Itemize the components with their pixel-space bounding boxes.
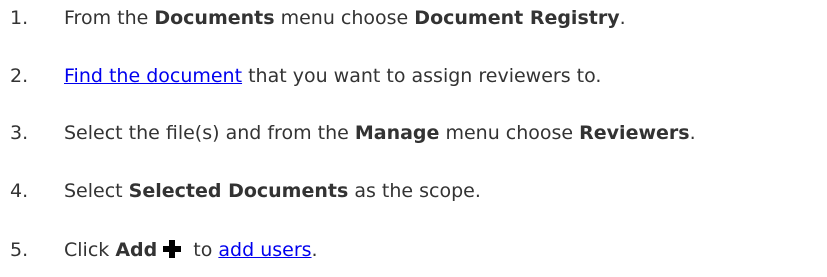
text-fragment: . — [619, 7, 626, 29]
find-document-link[interactable]: Find the document — [64, 65, 242, 87]
reviewers-item: Reviewers — [579, 122, 690, 144]
step-text: From the Documents menu choose Document … — [64, 4, 626, 32]
text-fragment: menu choose — [274, 7, 415, 29]
add-button-name: Add — [115, 239, 158, 261]
text-fragment: Select the file(s) and from the — [64, 122, 355, 144]
step-number: 4. — [10, 180, 29, 202]
step-text: Select the file(s) and from the Manage m… — [64, 119, 696, 147]
documents-menu-name: Documents — [154, 7, 275, 29]
text-fragment: to — [187, 239, 219, 261]
add-users-link[interactable]: add users — [218, 239, 311, 261]
text-fragment: menu choose — [439, 122, 580, 144]
step-number: 1. — [10, 7, 29, 29]
text-fragment: . — [311, 239, 318, 261]
step-text: Select Selected Documents as the scope. — [64, 177, 481, 205]
step-text: Click Add to add users. — [64, 236, 318, 264]
text-fragment: Click — [64, 239, 116, 261]
text-fragment: as the scope. — [348, 180, 481, 202]
plus-icon — [163, 238, 182, 258]
step-number: 2. — [10, 65, 29, 87]
document-registry-item: Document Registry — [414, 7, 620, 29]
text-fragment: Select — [64, 180, 129, 202]
selected-documents-scope: Selected Documents — [128, 180, 349, 202]
step-text: Find the document that you want to assig… — [64, 62, 601, 90]
text-fragment: that you want to assign reviewers to. — [242, 65, 602, 87]
step-number: 5. — [10, 239, 29, 261]
step-number: 3. — [10, 122, 29, 144]
text-fragment: . — [689, 122, 696, 144]
text-fragment: From the — [64, 7, 155, 29]
manage-menu-name: Manage — [354, 122, 440, 144]
